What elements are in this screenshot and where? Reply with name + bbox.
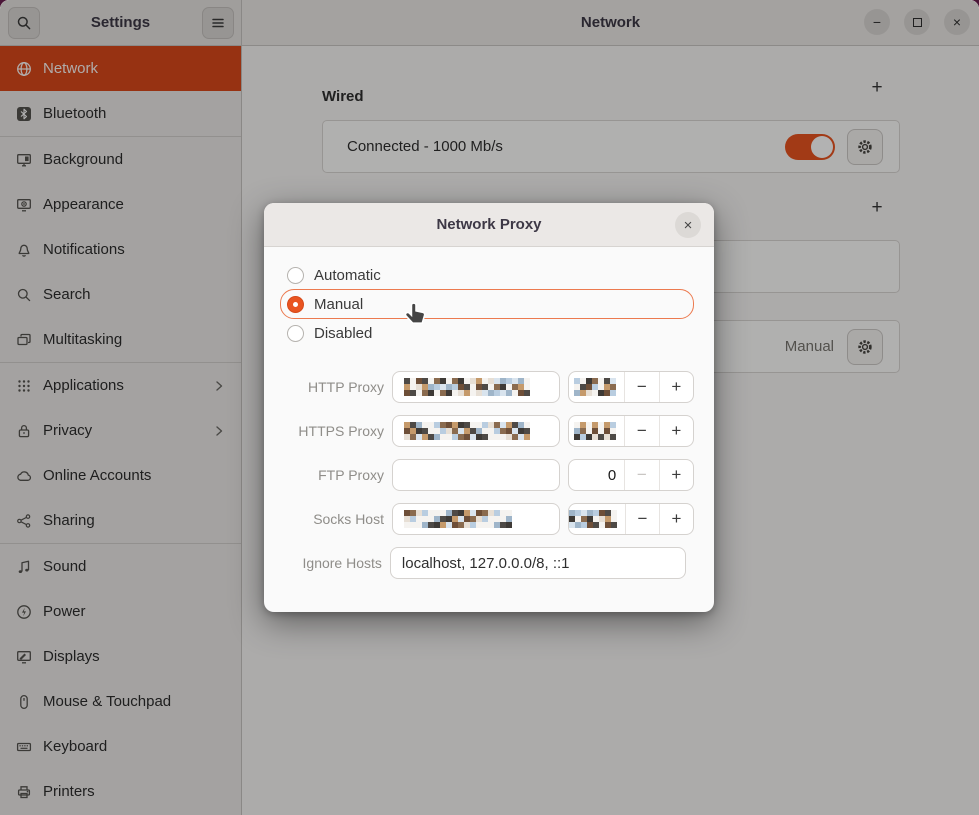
redacted-host-value bbox=[404, 378, 530, 396]
dialog-close-button[interactable]: × bbox=[675, 212, 701, 238]
redacted-port-value bbox=[574, 422, 616, 440]
https-proxy-row: HTTPS Proxy − + bbox=[280, 415, 694, 447]
ignore-hosts-value: localhost, 127.0.0.0/8, ::1 bbox=[402, 555, 570, 572]
settings-window: Settings Network − × Network Bluetooth bbox=[0, 0, 979, 815]
dialog-title: Network Proxy bbox=[264, 203, 714, 247]
socks-port-value[interactable] bbox=[569, 504, 625, 534]
radio-icon bbox=[287, 267, 304, 284]
ftp-proxy-port-value[interactable]: 0 bbox=[569, 460, 624, 490]
port-increment-button[interactable]: + bbox=[659, 504, 693, 534]
https-proxy-port-value[interactable] bbox=[569, 416, 624, 446]
socks-port-spinner: − + bbox=[568, 503, 694, 535]
http-proxy-label: HTTP Proxy bbox=[280, 379, 384, 395]
proxy-mode-automatic[interactable]: Automatic bbox=[280, 261, 694, 289]
http-proxy-port-value[interactable] bbox=[569, 372, 624, 402]
redacted-port-value bbox=[574, 378, 616, 396]
proxy-mode-disabled[interactable]: Disabled bbox=[280, 319, 694, 347]
socks-host-label: Socks Host bbox=[280, 511, 384, 527]
redacted-host-value bbox=[404, 510, 512, 528]
dialog-headerbar: Network Proxy × bbox=[264, 203, 714, 247]
port-decrement-button-disabled: − bbox=[624, 460, 658, 490]
radio-selected-icon bbox=[287, 296, 304, 313]
http-proxy-row: HTTP Proxy − + bbox=[280, 371, 694, 403]
socks-host-input[interactable] bbox=[392, 503, 560, 535]
port-decrement-button[interactable]: − bbox=[624, 416, 658, 446]
radio-icon bbox=[287, 325, 304, 342]
ftp-proxy-port-spinner: 0 − + bbox=[568, 459, 694, 491]
socks-host-row: Socks Host − + bbox=[280, 503, 694, 535]
redacted-port-value bbox=[569, 510, 617, 528]
mouse-cursor-pointer bbox=[403, 301, 429, 332]
port-decrement-button[interactable]: − bbox=[625, 504, 659, 534]
ignore-hosts-label: Ignore Hosts bbox=[280, 555, 382, 571]
port-increment-button[interactable]: + bbox=[659, 372, 693, 402]
port-increment-button[interactable]: + bbox=[659, 460, 693, 490]
redacted-host-value bbox=[404, 422, 530, 440]
https-proxy-host-input[interactable] bbox=[392, 415, 560, 447]
port-decrement-button[interactable]: − bbox=[624, 372, 658, 402]
ignore-hosts-input[interactable]: localhost, 127.0.0.0/8, ::1 bbox=[390, 547, 686, 579]
http-proxy-host-input[interactable] bbox=[392, 371, 560, 403]
dialog-body: Automatic Manual Disabled HTTP Proxy bbox=[264, 247, 714, 579]
http-proxy-port-spinner: − + bbox=[568, 371, 694, 403]
ignore-hosts-row: Ignore Hosts localhost, 127.0.0.0/8, ::1 bbox=[280, 547, 694, 579]
https-proxy-port-spinner: − + bbox=[568, 415, 694, 447]
network-proxy-dialog: Network Proxy × Automatic Manual Disable… bbox=[264, 203, 714, 612]
ftp-proxy-host-input[interactable] bbox=[392, 459, 560, 491]
proxy-mode-manual[interactable]: Manual bbox=[280, 289, 694, 319]
ftp-proxy-label: FTP Proxy bbox=[280, 467, 384, 483]
https-proxy-label: HTTPS Proxy bbox=[280, 423, 384, 439]
ftp-proxy-row: FTP Proxy 0 − + bbox=[280, 459, 694, 491]
port-increment-button[interactable]: + bbox=[659, 416, 693, 446]
